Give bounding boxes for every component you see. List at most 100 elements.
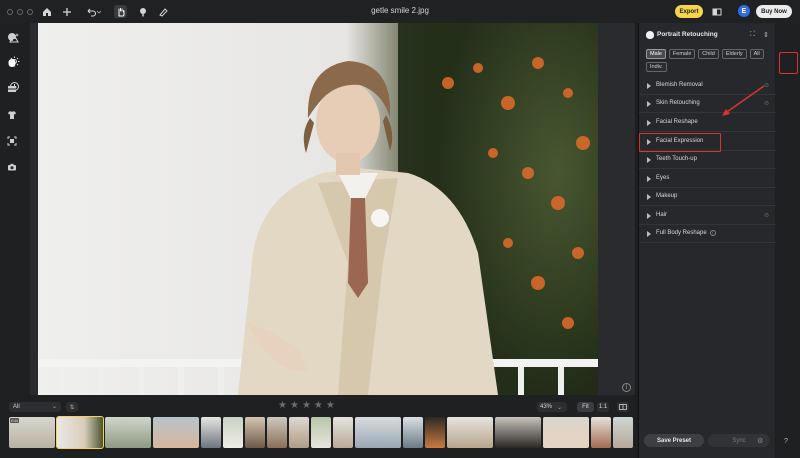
section-label: Blemish Removal (656, 82, 703, 88)
undo-icon[interactable] (85, 5, 103, 18)
chip-female[interactable]: Female (668, 49, 696, 59)
thumbnail[interactable] (201, 417, 221, 448)
section-label: Skin Retouching (656, 100, 700, 106)
filter-select[interactable]: All ⌄ (9, 402, 61, 412)
plus-icon[interactable] (60, 5, 73, 18)
expand-triangle-icon (647, 157, 651, 163)
section-label: Makeup (656, 193, 678, 199)
fit-button[interactable]: Fit (577, 402, 594, 412)
rating-stars[interactable]: ★ ★ ★ ★ ★ (278, 400, 335, 411)
section-label: Facial Reshape (656, 119, 698, 125)
thumbnail[interactable] (425, 417, 445, 448)
compare-icon[interactable] (617, 402, 629, 412)
thumbnail[interactable]: Edit (9, 417, 55, 448)
window-controls[interactable] (7, 8, 33, 15)
panel-header: Portrait Retouching ⛶ ⇕ (639, 29, 776, 41)
info-icon[interactable]: i (622, 383, 631, 392)
thumbnail[interactable] (105, 417, 151, 448)
thumbnail[interactable] (333, 417, 353, 448)
chip-all[interactable]: All (749, 49, 764, 59)
thumbnail-strip: Edit (9, 416, 633, 449)
camera-icon[interactable] (5, 160, 19, 174)
portrait-icon (646, 31, 654, 39)
split-view-icon[interactable] (710, 5, 723, 18)
thumbnail[interactable] (403, 417, 423, 448)
thumbnail[interactable] (267, 417, 287, 448)
expand-triangle-icon (647, 213, 651, 219)
star-icon[interactable]: ★ (326, 400, 335, 411)
close-window-icon[interactable] (7, 8, 13, 15)
eraser-icon[interactable] (156, 5, 169, 18)
thumbnail[interactable] (355, 417, 401, 448)
filter-value: All (13, 404, 20, 410)
avatar[interactable]: E (738, 5, 750, 17)
thumbnail[interactable] (447, 417, 493, 448)
help-icon[interactable]: ? (784, 438, 788, 445)
edit-icon[interactable]: ⊘ (764, 212, 769, 219)
gear-icon[interactable]: ⚙ (757, 437, 763, 445)
expand-triangle-icon (647, 120, 651, 126)
thumbnail[interactable] (223, 417, 243, 448)
expand-triangle-icon (647, 83, 651, 89)
main-photo[interactable] (38, 23, 598, 395)
thumbnail-active[interactable] (56, 416, 104, 449)
section-teeth-touch-up[interactable]: Teeth Touch-up (639, 151, 776, 169)
section-label: Hair (656, 212, 668, 218)
sort-icon[interactable]: ⇅ (66, 402, 78, 412)
thumbnail[interactable] (289, 417, 309, 448)
star-icon[interactable]: ★ (302, 400, 311, 411)
person-filter-chips: Male Female Child Elderly All Indiv. (646, 49, 772, 72)
chip-elderly[interactable]: Elderly (721, 49, 747, 59)
thumbnail-badge: Edit (10, 418, 19, 423)
one-to-one-button[interactable]: 1:1 (597, 402, 609, 412)
section-label: Full Body Reshape i (656, 230, 716, 236)
portrait-icon[interactable] (5, 56, 19, 70)
palette-icon[interactable] (5, 30, 19, 44)
section-eyes[interactable]: Eyes (639, 170, 776, 188)
chip-male[interactable]: Male (646, 49, 666, 59)
star-icon[interactable]: ★ (314, 400, 323, 411)
shirt-icon[interactable] (5, 108, 19, 122)
save-preset-button[interactable]: Save Preset (644, 434, 704, 447)
star-icon[interactable]: ★ (278, 400, 287, 411)
section-makeup[interactable]: Makeup (639, 188, 776, 206)
face-scan-icon[interactable] (5, 134, 19, 148)
panel-title: Portrait Retouching (657, 31, 718, 38)
section-label: Eyes (656, 175, 670, 181)
buy-now-button[interactable]: Buy Now (756, 5, 792, 18)
section-full-body-reshape[interactable]: Full Body Reshape i (639, 225, 776, 243)
annotation-arrow (722, 85, 765, 116)
thumbnail[interactable] (591, 417, 611, 448)
chevron-down-icon: ⌄ (51, 404, 57, 410)
thumbnail[interactable] (153, 417, 199, 448)
section-hair[interactable]: Hair ⊘ (639, 207, 776, 225)
thumbnail[interactable] (311, 417, 331, 448)
face-scan-icon[interactable]: ⛶ (750, 31, 755, 39)
expand-triangle-icon (647, 231, 651, 237)
section-label: Teeth Touch-up (656, 156, 697, 162)
film-icon[interactable] (5, 82, 19, 96)
annotation-highlight-portrait-module (779, 52, 798, 74)
brush-icon[interactable] (136, 5, 149, 18)
minimize-window-icon[interactable] (17, 8, 23, 15)
star-icon[interactable]: ★ (290, 400, 299, 411)
zoom-value: 43% (540, 404, 553, 410)
expand-collapse-icon[interactable]: ⇕ (763, 31, 769, 39)
maximize-window-icon[interactable] (27, 8, 33, 15)
expand-triangle-icon (647, 101, 651, 107)
thumbnail[interactable] (543, 417, 589, 448)
thumbnail[interactable] (245, 417, 265, 448)
zoom-select[interactable]: 43% ⌄ (537, 402, 567, 412)
expand-triangle-icon (647, 176, 651, 182)
info-icon[interactable]: i (709, 230, 716, 236)
home-icon[interactable] (40, 5, 53, 18)
section-label-text: Full Body Reshape (656, 230, 707, 236)
chip-indiv[interactable]: Indiv. (646, 62, 667, 72)
thumbnail[interactable] (495, 417, 541, 448)
export-button[interactable]: Export (675, 5, 703, 18)
expand-triangle-icon (647, 194, 651, 200)
thumbnail[interactable] (613, 417, 633, 448)
hand-icon[interactable] (114, 5, 127, 18)
chip-child[interactable]: Child (698, 49, 719, 59)
right-module-rail (776, 23, 800, 458)
